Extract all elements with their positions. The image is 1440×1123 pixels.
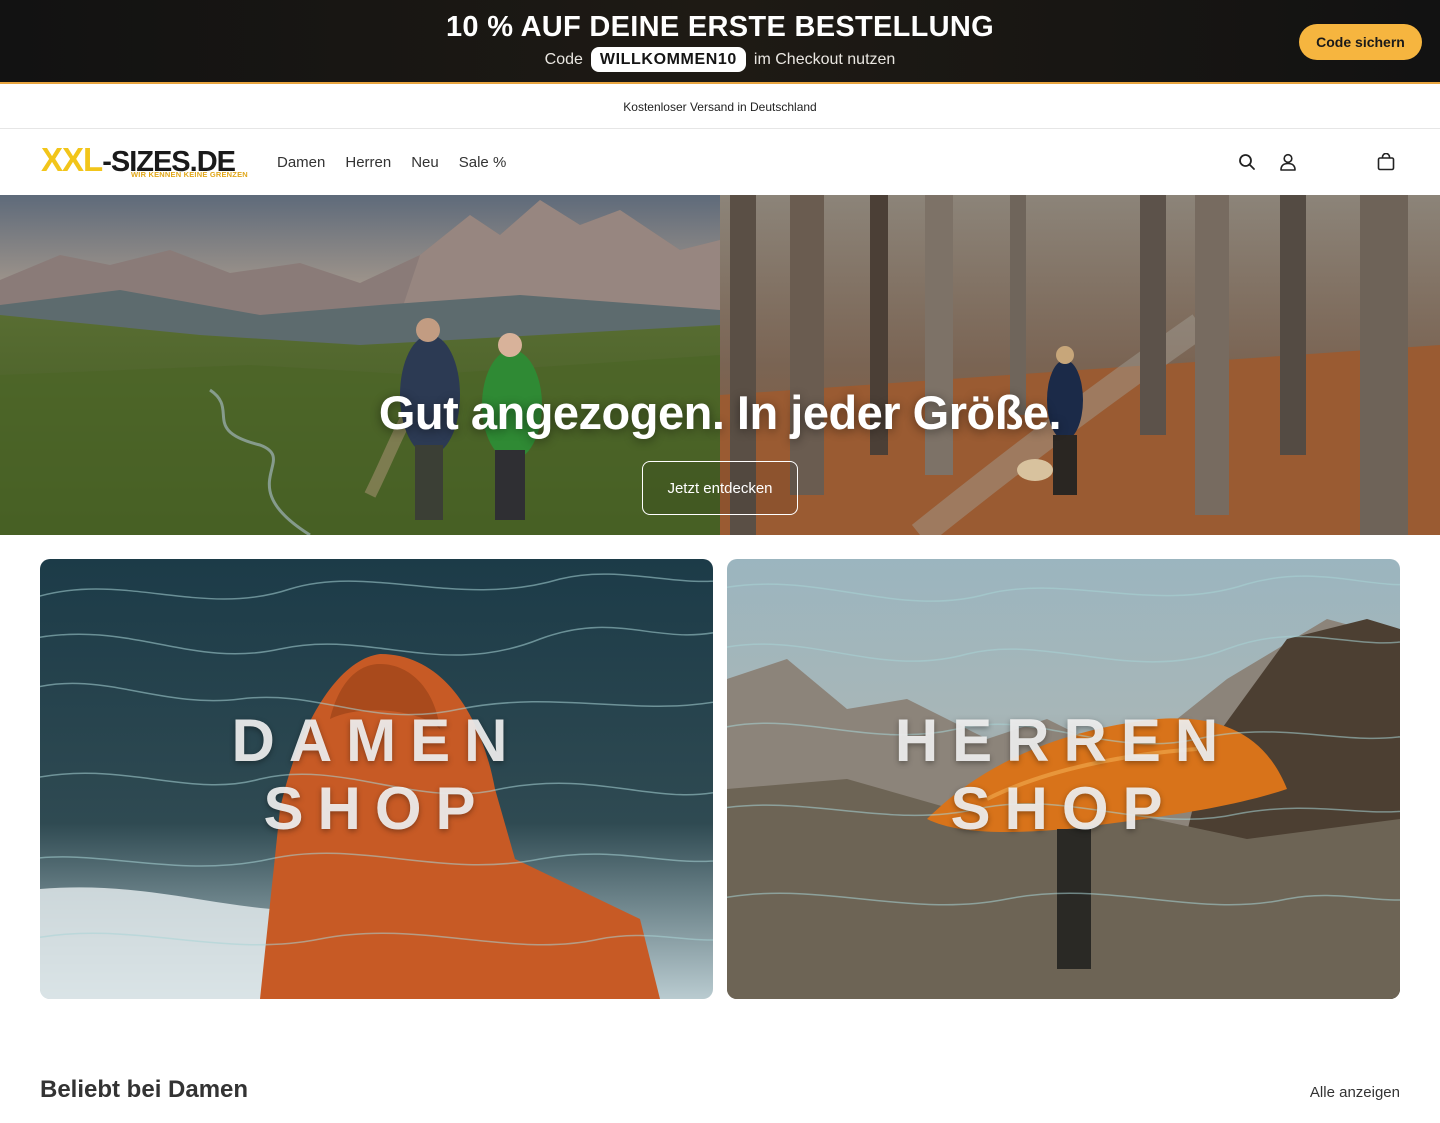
cart-icon[interactable] xyxy=(1374,150,1398,174)
nav-item-herren[interactable]: Herren xyxy=(345,154,391,171)
herren-shop-label-line2: SHOP xyxy=(950,775,1177,842)
logo-tagline: WIR KENNEN KEINE GRENZEN xyxy=(131,170,248,179)
damen-shop-label-line2: SHOP xyxy=(263,775,490,842)
herren-shop-tile[interactable]: HERREN SHOP xyxy=(727,559,1400,999)
promo-code-prefix: Code xyxy=(544,50,583,68)
shipping-announcement: Kostenloser Versand in Deutschland xyxy=(0,86,1440,129)
hero-image-forest xyxy=(720,195,1440,535)
jetzt-entdecken-button[interactable]: Jetzt entdecken xyxy=(642,461,798,515)
nav-item-sale[interactable]: Sale % xyxy=(459,154,507,171)
promo-title: 10 % AUF DEINE ERSTE BESTELLUNG xyxy=(445,11,995,43)
logo-xxl: XXL xyxy=(41,141,103,178)
account-icon[interactable] xyxy=(1276,150,1300,174)
site-header: XXL-SIZES.DE WIR KENNEN KEINE GRENZEN Da… xyxy=(0,129,1440,195)
search-icon[interactable] xyxy=(1235,150,1259,174)
promo-code-badge: WILLKOMMEN10 xyxy=(590,47,746,72)
hero-title: Gut angezogen. In jeder Größe. xyxy=(378,386,1062,439)
nav-item-damen[interactable]: Damen xyxy=(277,154,325,171)
promo-banner: 10 % AUF DEINE ERSTE BESTELLUNG Code WIL… xyxy=(0,0,1440,84)
nav-item-neu[interactable]: Neu xyxy=(411,154,439,171)
damen-shop-tile[interactable]: DAMEN SHOP xyxy=(40,559,713,999)
promo-code-line: Code WILLKOMMEN10 im Checkout nutzen xyxy=(0,47,1440,72)
hero-banner: Gut angezogen. In jeder Größe. Jetzt ent… xyxy=(0,195,1440,535)
herren-shop-label-line1: HERREN xyxy=(894,707,1233,774)
hero-image-mountains xyxy=(0,195,720,535)
alle-anzeigen-link[interactable]: Alle anzeigen xyxy=(1310,1084,1400,1101)
main-nav: Damen Herren Neu Sale % xyxy=(277,129,506,195)
promo-code-suffix: im Checkout nutzen xyxy=(753,50,896,68)
damen-shop-label-line1: DAMEN xyxy=(231,707,522,774)
section-title: Beliebt bei Damen xyxy=(40,1076,249,1103)
code-sichern-button[interactable]: Code sichern xyxy=(1299,24,1422,60)
logo[interactable]: XXL-SIZES.DE WIR KENNEN KEINE GRENZEN xyxy=(41,141,257,181)
